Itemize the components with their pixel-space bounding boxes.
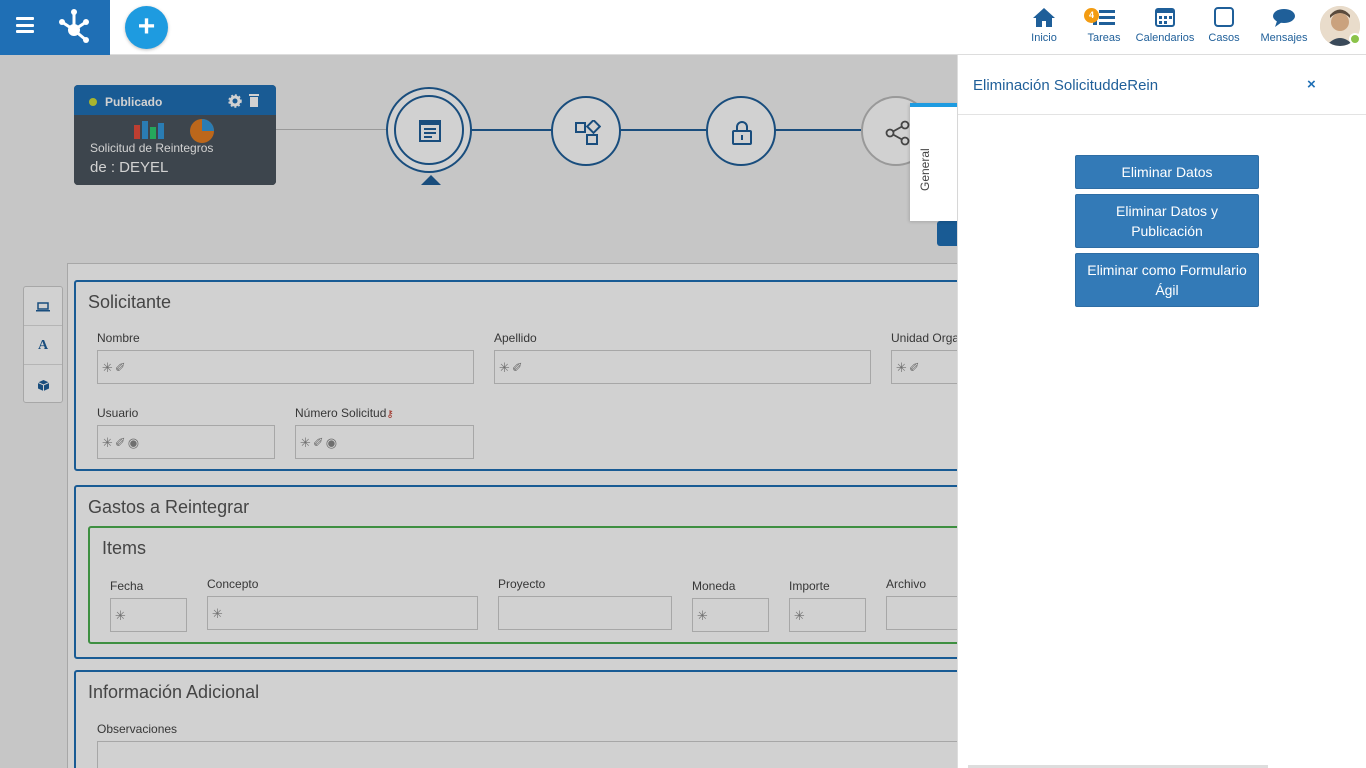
add-button[interactable]: + bbox=[125, 6, 168, 49]
nav-inicio[interactable]: Inicio bbox=[1028, 6, 1060, 44]
nav-mensajes[interactable]: Mensajes bbox=[1258, 6, 1310, 44]
online-status-icon bbox=[1349, 33, 1361, 45]
menu-icon[interactable] bbox=[16, 17, 34, 33]
tab-general[interactable]: General bbox=[910, 103, 957, 221]
nav-label: Inicio bbox=[1031, 32, 1057, 44]
nav-label: Casos bbox=[1208, 32, 1240, 44]
nav-calendarios[interactable]: Calendarios bbox=[1134, 6, 1196, 44]
nav-label: Tareas bbox=[1087, 32, 1121, 44]
nav-label: Mensajes bbox=[1260, 32, 1308, 44]
delete-data-button[interactable]: Eliminar Datos bbox=[1075, 155, 1259, 189]
messages-icon bbox=[1273, 9, 1295, 27]
modal-backdrop[interactable] bbox=[0, 55, 957, 768]
panel-divider bbox=[958, 114, 1366, 115]
nav-casos[interactable]: Casos bbox=[1206, 6, 1242, 44]
logo-icon[interactable] bbox=[54, 8, 94, 46]
close-icon[interactable]: × bbox=[1307, 76, 1316, 93]
brand-area bbox=[0, 0, 110, 55]
tab-general-label: General bbox=[918, 148, 932, 191]
cases-icon bbox=[1214, 7, 1234, 27]
nav-label: Calendarios bbox=[1135, 32, 1195, 44]
nav-tareas[interactable]: 4 Tareas bbox=[1084, 6, 1124, 44]
home-icon bbox=[1033, 8, 1055, 27]
tasks-badge: 4 bbox=[1084, 8, 1099, 23]
delete-agile-form-button[interactable]: Eliminar como Formulario Ágil bbox=[1075, 253, 1259, 307]
top-bar: + Inicio 4 Tareas Calendarios Casos Mens… bbox=[0, 0, 1366, 55]
panel-title: Eliminación SolicituddeRein bbox=[973, 77, 1159, 94]
delete-panel: Eliminación SolicituddeRein × Eliminar D… bbox=[957, 55, 1366, 768]
calendar-icon bbox=[1155, 8, 1175, 27]
delete-data-publication-button[interactable]: Eliminar Datos y Publicación bbox=[1075, 194, 1259, 248]
